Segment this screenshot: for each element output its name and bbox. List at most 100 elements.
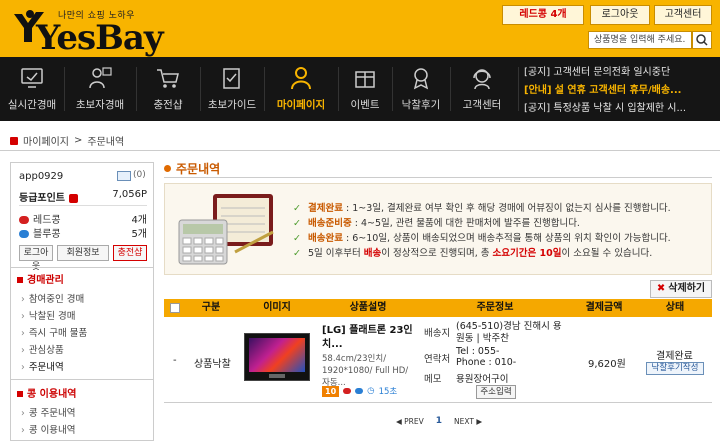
notice-ticker: [공지] 고객센터 문의전화 일시중단 [안내] 설 연휴 고객센터 휴무/배송…: [524, 64, 720, 118]
payment-amount: 9,620원: [588, 359, 626, 370]
notice-item[interactable]: [공지] 고객센터 문의전화 일시중단: [524, 64, 720, 82]
nav-label: 고객센터: [462, 99, 502, 111]
select-all-checkbox[interactable]: [170, 303, 180, 313]
column-header: 이미지: [263, 302, 291, 313]
breadcrumb-item[interactable]: 마이페이지: [23, 133, 69, 148]
label-memo: 메모: [424, 374, 442, 385]
column-header: 결제금액: [585, 302, 623, 313]
person-icon: [291, 67, 311, 90]
breadcrumb-separator: >: [74, 135, 83, 146]
table-row: - 상품낙찰 [LG] 플래트론 23인치... 58.4cm/23인치/ 19…: [164, 319, 712, 403]
notice-item[interactable]: [안내] 설 연휴 고객센터 휴무/배송...: [524, 82, 720, 100]
product-spec: 58.4cm/23인치/ 1920*1080/ Full HD/ 자동...: [322, 354, 409, 388]
product-image[interactable]: [244, 333, 310, 381]
table-header: 구분 이미지 상품설명 주문정보 결제금액 상태: [164, 299, 712, 317]
sidebar-link[interactable]: 콩 주문내역: [21, 405, 76, 419]
grade-point-value: 7,056P: [112, 189, 147, 200]
column-header: 상태: [665, 302, 685, 313]
blue-bean-icon: [355, 388, 364, 394]
mobile-value: Phone : 010-: [456, 357, 517, 368]
nav-label: 초보가이드: [207, 99, 257, 111]
sidebar: app0929 (0) 등급포인트 7,056P 레드콩 4개 블루콩 5개 로…: [10, 162, 154, 441]
sidebar-link[interactable]: 관심상품: [21, 342, 64, 356]
tagline: 나만의 쇼핑 노하우: [58, 11, 135, 21]
red-bean-icon: [343, 388, 352, 394]
delete-button[interactable]: ✖ 삭제하기: [650, 280, 712, 298]
header: YesBay 나만의 쇼핑 노하우 레드콩 4개 로그아웃 고객센터 상품명을 …: [0, 0, 720, 58]
blue-bean-icon: [19, 230, 29, 238]
info-line: 5일 이후부터 배송이 정상적으로 진행되며, 총 소요기간은 10일이 소요될…: [293, 245, 652, 259]
breadcrumb: 마이페이지 > 주문내역: [10, 133, 124, 148]
mail-count: (0): [133, 170, 146, 180]
event-icon: [355, 71, 375, 88]
checklist-icon: [223, 68, 240, 89]
next-page-button[interactable]: NEXT ▶: [454, 417, 482, 426]
order-info-box: 결제완료 : 1~3일, 결제완료 여부 확인 후 해당 경매에 어뷰징이 없는…: [164, 183, 712, 275]
nav-event[interactable]: 이벤트: [338, 57, 392, 121]
clock-icon: ◷: [367, 386, 375, 396]
search-icon: [696, 34, 708, 46]
prev-page-button[interactable]: ◀ PREV: [396, 417, 424, 426]
mail-icon[interactable]: [117, 171, 131, 181]
review-icon: [413, 68, 429, 90]
notice-item[interactable]: [공지] 특정상품 낙찰 시 입찰제한 시...: [524, 100, 720, 118]
nav-label: 실시간경매: [7, 99, 57, 111]
nav-customer-center[interactable]: 고객센터: [450, 57, 514, 121]
calculator-notebook-illustration: [178, 194, 274, 265]
product-badges: 10 ◷ 15초: [322, 385, 397, 397]
memo-value: 용원장어구이: [456, 374, 509, 385]
pagination: ◀ PREV 1 NEXT ▶: [396, 416, 482, 426]
sidebar-link[interactable]: 즉시 구매 물품: [21, 325, 87, 339]
nav-label: 충전샵: [153, 99, 183, 111]
sidebar-logout-button[interactable]: 로그아웃: [19, 245, 53, 272]
phone-value: Tel : 055-: [456, 346, 500, 357]
nav-live-auction[interactable]: 실시간경매: [0, 57, 64, 121]
sidebar-link[interactable]: 콩 이용내역: [21, 422, 76, 436]
label-contact: 연락처: [424, 354, 451, 365]
divider: [0, 150, 720, 151]
headset-icon: [473, 69, 491, 90]
info-line: 배송준비중 : 4~5일, 관련 물품에 대한 판매처에 발주를 진행합니다.: [293, 215, 580, 229]
section-auction-manage: 경매관리: [17, 271, 64, 286]
write-review-button[interactable]: 낙찰후기작성: [646, 362, 704, 375]
close-icon: ✖: [656, 283, 666, 294]
redcoin-button[interactable]: 레드콩 4개: [502, 5, 584, 25]
logo-text: YesBay: [36, 18, 164, 58]
bluecoin-row: 블루콩 5개: [19, 225, 147, 240]
info-line: 배송완료 : 6~10일, 상품이 배송되었으며 배송추적을 통해 상품의 위치…: [293, 230, 671, 244]
logout-button[interactable]: 로그아웃: [590, 5, 650, 25]
nav-charge-shop[interactable]: 충전샵: [136, 57, 200, 121]
nav-label: 이벤트: [350, 99, 380, 111]
row-dash: -: [173, 355, 177, 366]
row-type: 상품낙찰: [194, 359, 231, 370]
nav-review[interactable]: 낙찰후기: [392, 57, 450, 121]
redcoin-row: 레드콩 4개: [19, 211, 147, 226]
home-icon[interactable]: [10, 136, 18, 145]
nav-mypage[interactable]: 마이페이지: [264, 57, 338, 121]
label-address: 배송지: [424, 328, 451, 339]
charge-shop-button[interactable]: 충전샵: [113, 245, 147, 261]
search-input[interactable]: 상품명을 입력해 주세요.: [588, 31, 692, 49]
column-header: 상품설명: [349, 302, 387, 313]
info-line: 결제완료 : 1~3일, 결제완료 여부 확인 후 해당 경매에 어뷰징이 없는…: [293, 200, 671, 214]
monitor-icon: [21, 68, 43, 88]
sidebar-link[interactable]: 참여중인 경매: [21, 291, 84, 305]
grade-point-row: 등급포인트 7,056P: [19, 189, 147, 204]
search-button[interactable]: [692, 31, 712, 49]
column-header: 주문정보: [476, 302, 514, 313]
grade-badge-icon: [69, 193, 78, 203]
nav-guide[interactable]: 초보가이드: [200, 57, 264, 121]
order-status: 결제완료: [656, 351, 693, 362]
customer-center-button[interactable]: 고객센터: [654, 5, 712, 25]
section-coin-history: 콩 이용내역: [17, 385, 76, 400]
red-bean-icon: [19, 216, 29, 224]
user-id: app0929: [19, 171, 64, 182]
current-page[interactable]: 1: [436, 416, 442, 426]
member-info-button[interactable]: 회원정보: [57, 245, 109, 261]
product-name-link[interactable]: [LG] 플래트론 23인치...: [322, 324, 414, 352]
sidebar-link-active[interactable]: 주문내역: [21, 359, 64, 373]
cart-icon: [157, 69, 179, 88]
nav-beginner-auction[interactable]: 초보자경매: [64, 57, 136, 121]
address-input-button[interactable]: 주소입력: [476, 385, 516, 399]
sidebar-link[interactable]: 낙찰된 경매: [21, 308, 76, 322]
